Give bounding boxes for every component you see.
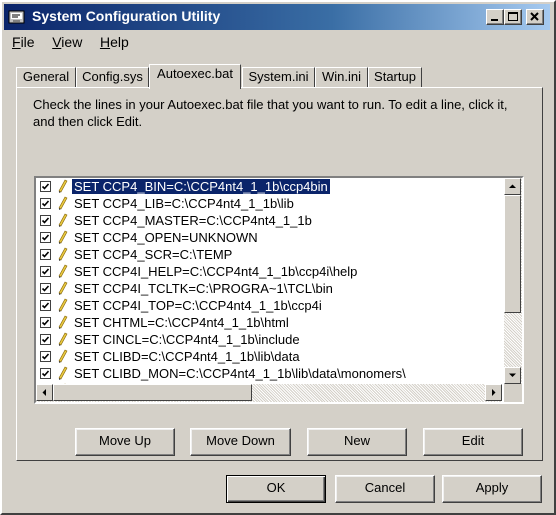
tab-general[interactable]: General (16, 67, 76, 87)
pencil-icon (58, 315, 68, 329)
instructions-text: Check the lines in your Autoexec.bat fil… (33, 97, 508, 129)
autoexec-line-row[interactable]: SET CCP4I_TCLTK=C:\PROGRA~1\TCL\bin (36, 280, 502, 297)
line-checkbox[interactable] (40, 266, 51, 277)
window-title: System Configuration Utility (32, 8, 221, 24)
menu-help[interactable]: Help (100, 34, 129, 50)
close-button[interactable] (526, 9, 544, 25)
line-text: SET CCP4I_HELP=C:\CCP4nt4_1_1b\ccp4i\hel… (74, 264, 358, 279)
edit-button[interactable]: Edit (423, 428, 523, 456)
maximize-button[interactable] (504, 9, 522, 25)
pencil-icon (58, 349, 68, 363)
pencil-icon (58, 332, 68, 346)
line-text: SET CCP4_BIN=C:\CCP4nt4_1_1b\ccp4bin (72, 179, 330, 194)
minimize-icon (491, 19, 498, 21)
move-up-button[interactable]: Move Up (75, 428, 175, 456)
line-text: SET CINCL=C:\CCP4nt4_1_1b\include (74, 332, 300, 347)
tab-win-ini[interactable]: Win.ini (315, 67, 368, 87)
line-checkbox[interactable] (40, 334, 51, 345)
line-text: SET CCP4_SCR=C:\TEMP (74, 247, 233, 262)
maximize-icon (508, 12, 518, 21)
line-checkbox[interactable] (40, 283, 51, 294)
line-checkbox[interactable] (40, 232, 51, 243)
vertical-scroll-thumb[interactable] (504, 195, 521, 313)
horizontal-scrollbar[interactable] (36, 384, 502, 402)
autoexec-line-row[interactable]: SET CCP4I_HELP=C:\CCP4nt4_1_1b\ccp4i\hel… (36, 263, 502, 280)
line-text: SET CLIBD=C:\CCP4nt4_1_1b\lib\data (74, 349, 300, 364)
line-checkbox[interactable] (40, 215, 51, 226)
line-text: SET CCP4I_TOP=C:\CCP4nt4_1_1b\ccp4i (74, 298, 322, 313)
autoexec-panel: Check the lines in your Autoexec.bat fil… (16, 87, 543, 461)
arrow-down-icon (509, 373, 516, 377)
autoexec-line-row[interactable]: SET CCP4_OPEN=UNKNOWN (36, 229, 502, 246)
pencil-icon (58, 213, 68, 227)
scrollbar-corner (504, 384, 522, 402)
autoexec-lines-list[interactable]: SET CCP4_BIN=C:\CCP4nt4_1_1b\ccp4bin SET … (34, 176, 524, 404)
title-bar[interactable]: System Configuration Utility (4, 4, 550, 30)
autoexec-line-row[interactable]: SET CCP4_BIN=C:\CCP4nt4_1_1b\ccp4bin (36, 178, 502, 195)
menu-file[interactable]: File (12, 34, 35, 50)
autoexec-line-row[interactable]: SET CCP4_LIB=C:\CCP4nt4_1_1b\lib (36, 195, 502, 212)
cancel-label: Cancel (364, 480, 406, 495)
pencil-icon (58, 247, 68, 261)
move-up-label: Move Up (98, 433, 152, 448)
line-text: SET CCP4_OPEN=UNKNOWN (74, 230, 258, 245)
horizontal-scroll-thumb[interactable] (53, 384, 252, 401)
cancel-button[interactable]: Cancel (335, 475, 435, 503)
tab-autoexec-bat[interactable]: Autoexec.bat (149, 64, 241, 89)
tab-config-sys[interactable]: Config.sys (76, 67, 149, 87)
vertical-scrollbar[interactable] (504, 178, 522, 384)
line-text: SET CCP4I_TCLTK=C:\PROGRA~1\TCL\bin (74, 281, 333, 296)
line-text: SET CLIBD_MON=C:\CCP4nt4_1_1b\lib\data\m… (74, 366, 406, 381)
menu-view[interactable]: View (52, 34, 82, 50)
system-configuration-window: System Configuration Utility File View H… (0, 0, 556, 515)
pencil-icon (58, 264, 68, 278)
line-checkbox[interactable] (40, 249, 51, 260)
list-content: SET CCP4_BIN=C:\CCP4nt4_1_1b\ccp4bin SET … (36, 178, 502, 384)
line-checkbox[interactable] (40, 368, 51, 379)
ok-button[interactable]: OK (226, 475, 326, 503)
line-checkbox[interactable] (40, 300, 51, 311)
line-checkbox[interactable] (40, 181, 51, 192)
msconfig-icon (8, 10, 25, 24)
scroll-up-button[interactable] (504, 178, 521, 195)
pencil-icon (58, 179, 68, 193)
autoexec-line-row[interactable]: SET CCP4_SCR=C:\TEMP (36, 246, 502, 263)
pencil-icon (58, 366, 68, 380)
line-checkbox[interactable] (40, 317, 51, 328)
scroll-down-button[interactable] (504, 367, 521, 384)
autoexec-line-row[interactable]: SET CCP4I_TOP=C:\CCP4nt4_1_1b\ccp4i (36, 297, 502, 314)
pencil-icon (58, 281, 68, 295)
close-icon (530, 12, 539, 21)
minimize-button[interactable] (486, 9, 504, 25)
line-text: SET CCP4_MASTER=C:\CCP4nt4_1_1b (74, 213, 312, 228)
pencil-icon (58, 230, 68, 244)
new-button[interactable]: New (307, 428, 407, 456)
apply-button[interactable]: Apply (442, 475, 542, 503)
autoexec-line-row[interactable]: SET CCP4_MASTER=C:\CCP4nt4_1_1b (36, 212, 502, 229)
move-down-button[interactable]: Move Down (190, 428, 291, 456)
autoexec-line-row[interactable]: SET CLIBD=C:\CCP4nt4_1_1b\lib\data (36, 348, 502, 365)
pencil-icon (58, 196, 68, 210)
arrow-left-icon (42, 389, 46, 396)
apply-label: Apply (475, 480, 509, 495)
arrow-right-icon (492, 389, 496, 396)
line-text: SET CCP4_LIB=C:\CCP4nt4_1_1b\lib (74, 196, 294, 211)
tab-startup[interactable]: Startup (368, 67, 422, 87)
pencil-icon (58, 298, 68, 312)
autoexec-line-row[interactable]: SET CLIBD_MON=C:\CCP4nt4_1_1b\lib\data\m… (36, 365, 502, 382)
ok-label: OK (266, 480, 286, 495)
scroll-left-button[interactable] (36, 384, 53, 401)
new-label: New (343, 433, 370, 448)
scroll-right-button[interactable] (485, 384, 502, 401)
line-checkbox[interactable] (40, 198, 51, 209)
autoexec-line-row[interactable]: SET CHTML=C:\CCP4nt4_1_1b\html (36, 314, 502, 331)
tab-system-ini[interactable]: System.ini (242, 67, 315, 87)
edit-label: Edit (461, 433, 485, 448)
line-checkbox[interactable] (40, 351, 51, 362)
arrow-up-icon (509, 184, 516, 188)
menu-bar: File View Help (12, 34, 143, 54)
move-down-label: Move Down (206, 433, 275, 448)
autoexec-line-row[interactable]: SET CINCL=C:\CCP4nt4_1_1b\include (36, 331, 502, 348)
line-text: SET CHTML=C:\CCP4nt4_1_1b\html (74, 315, 289, 330)
